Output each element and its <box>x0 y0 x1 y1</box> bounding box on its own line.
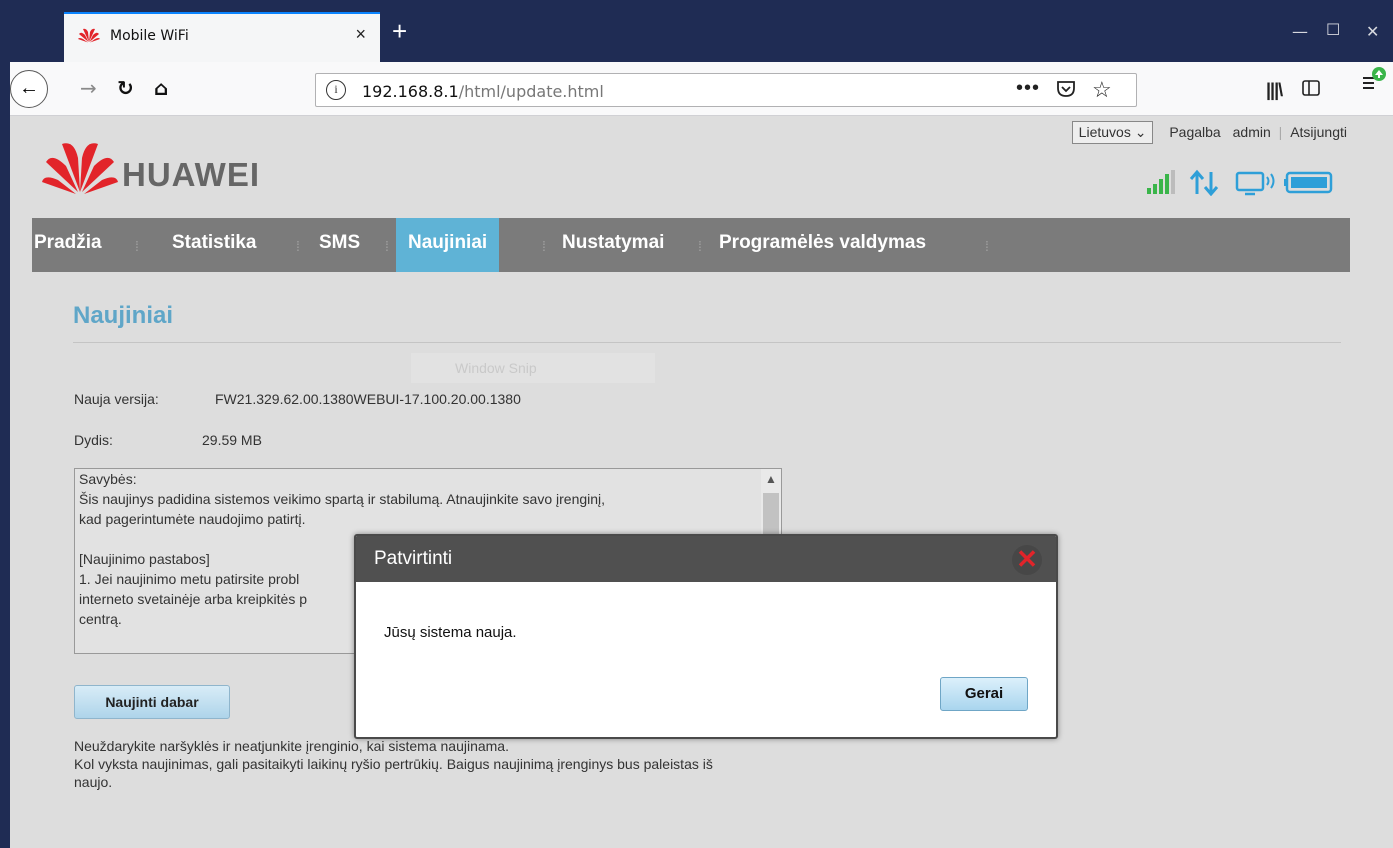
menu-item-pradzia[interactable]: Pradžia <box>34 218 102 272</box>
help-line: Kol vyksta naujinimas, gali pasitaikyti … <box>74 756 713 772</box>
browser-tab[interactable]: Mobile WiFi × <box>64 12 380 62</box>
menu-separator: ⁞ <box>296 238 300 254</box>
new-tab-button[interactable]: + <box>392 18 407 44</box>
browser-navbar: ← → ↻ ⌂ i 192.168.8.1/html/update.html •… <box>10 62 1393 116</box>
menu-update-icon[interactable] <box>1360 66 1388 99</box>
battery-icon <box>1284 171 1333 194</box>
confirm-dialog: Patvirtinti ✕ Jūsų sistema nauja. Gerai <box>354 534 1058 739</box>
scrollbar-thumb[interactable] <box>763 493 779 539</box>
notes-line: Savybės: <box>79 471 137 487</box>
menu-item-nustatymai[interactable]: Nustatymai <box>562 218 664 272</box>
address-bar[interactable]: i 192.168.8.1/html/update.html ••• ☆ <box>315 73 1137 107</box>
page-title: Naujiniai <box>73 302 174 329</box>
url-text[interactable]: 192.168.8.1/html/update.html <box>362 82 604 101</box>
language-select[interactable]: Lietuvos ⌄ <box>1071 121 1154 144</box>
logout-link[interactable]: Atsijungti <box>1290 124 1347 140</box>
site-info-icon[interactable]: i <box>326 80 346 100</box>
library-icon[interactable]: |||\ <box>1266 80 1283 101</box>
page-actions-icon[interactable]: ••• <box>1016 77 1040 100</box>
menu-separator: ⁞ <box>698 238 702 254</box>
data-transfer-icon <box>1189 169 1219 196</box>
dialog-header: Patvirtinti ✕ <box>356 536 1056 582</box>
huawei-favicon-icon <box>78 28 100 43</box>
maximize-icon[interactable]: ☐ <box>1326 20 1340 39</box>
menu-separator: ⁞ <box>135 238 139 254</box>
version-value: FW21.329.62.00.1380WEBUI-17.100.20.00.13… <box>215 391 521 407</box>
top-links: Lietuvos ⌄ Pagalba admin | Atsijungti <box>1071 121 1351 144</box>
ok-button[interactable]: Gerai <box>940 677 1028 711</box>
notes-line: Šis naujinys padidina sistemos veikimo s… <box>79 491 606 507</box>
main-menu: Pradžia ⁞ Statistika ⁞ SMS ⁞ Naujiniai ⁞… <box>32 218 1350 272</box>
update-help-text: Neuždarykite naršyklės ir neatjunkite įr… <box>74 737 713 791</box>
menu-item-statistika[interactable]: Statistika <box>172 218 256 272</box>
window-close-icon[interactable]: ✕ <box>1366 22 1379 41</box>
notes-line: kad pagerintumėte naudojimo patirtį. <box>79 511 306 527</box>
huawei-logo <box>42 143 118 194</box>
browser-titlebar: Mobile WiFi × + — ☐ ✕ <box>0 0 1393 62</box>
dialog-title: Patvirtinti <box>374 548 453 569</box>
menu-item-programeles-valdymas[interactable]: Programėlės valdymas <box>719 218 926 272</box>
menu-item-sms[interactable]: SMS <box>319 218 360 272</box>
home-icon[interactable]: ⌂ <box>154 74 168 102</box>
minimize-icon[interactable]: — <box>1292 22 1308 41</box>
dialog-message: Jūsų sistema nauja. <box>384 624 517 641</box>
update-now-button[interactable]: Naujinti dabar <box>74 685 230 719</box>
help-link[interactable]: Pagalba <box>1169 124 1220 140</box>
separator: | <box>1278 124 1283 140</box>
reload-icon[interactable]: ↻ <box>117 74 134 102</box>
tab-title: Mobile WiFi <box>110 28 189 44</box>
brand-name: HUAWEI <box>122 156 260 193</box>
size-value: 29.59 MB <box>202 432 262 448</box>
page: Lietuvos ⌄ Pagalba admin | Atsijungti HU… <box>10 116 1393 848</box>
help-line: naujo. <box>74 774 113 790</box>
connected-device-icon <box>1235 171 1275 196</box>
bookmark-star-icon[interactable]: ☆ <box>1092 77 1112 103</box>
title-divider <box>73 342 1341 343</box>
window-edge <box>0 0 10 848</box>
menu-separator: ⁞ <box>385 238 389 254</box>
menu-separator: ⁞ <box>542 238 546 254</box>
size-label: Dydis: <box>74 432 113 448</box>
sidebar-icon[interactable] <box>1302 80 1320 101</box>
back-arrow-icon[interactable]: ← <box>10 70 48 108</box>
dialog-close-icon[interactable]: ✕ <box>1012 545 1042 575</box>
version-label: Nauja versija: <box>74 391 159 407</box>
scroll-up-icon[interactable]: ▲ <box>765 469 777 489</box>
window-snip-overlay: Window Snip <box>411 353 655 383</box>
pocket-icon[interactable] <box>1056 80 1076 103</box>
menu-separator: ⁞ <box>985 238 989 254</box>
tab-close-icon[interactable]: × <box>355 24 366 45</box>
signal-strength-icon <box>1147 170 1175 194</box>
forward-arrow-icon[interactable]: → <box>80 74 97 102</box>
user-label: admin <box>1232 124 1271 140</box>
status-icons <box>1147 169 1333 196</box>
menu-item-naujiniai[interactable]: Naujiniai <box>396 218 500 272</box>
help-line: Neuždarykite naršyklės ir neatjunkite įr… <box>74 738 509 754</box>
